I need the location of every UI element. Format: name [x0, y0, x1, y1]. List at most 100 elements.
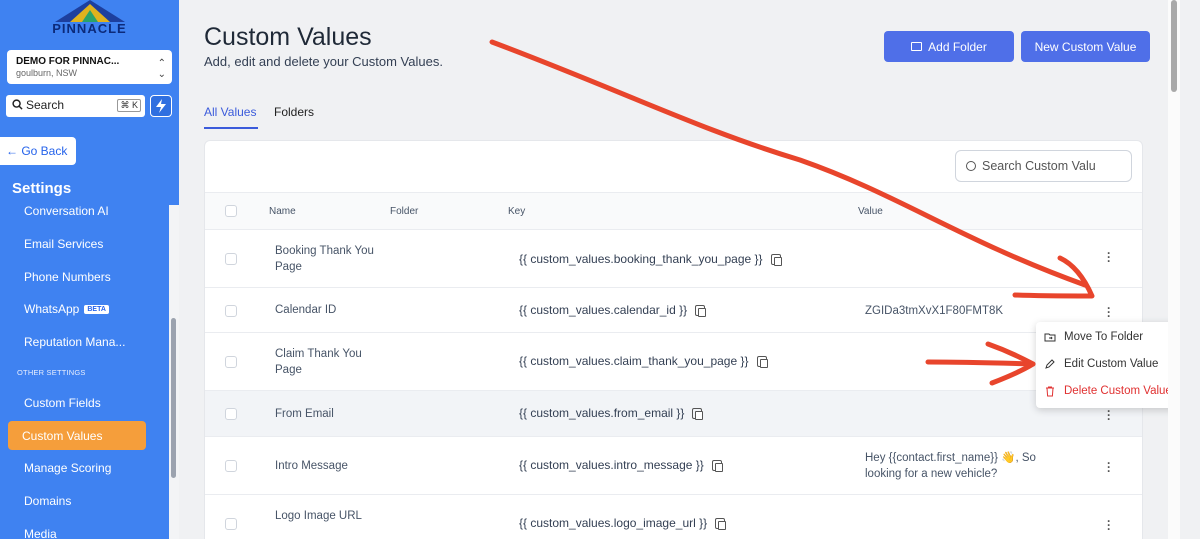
- search-icon: [966, 161, 976, 171]
- shortcut-badge: ⌘ K: [117, 99, 141, 112]
- go-back-button[interactable]: ← Go Back: [0, 137, 76, 165]
- settings-title: Settings: [12, 180, 72, 197]
- row-key: {{ custom_values.claim_thank_you_page }}: [519, 354, 768, 368]
- location-switcher[interactable]: DEMO FOR PINNAC... goulburn, NSW ⌃ ⌄: [7, 50, 172, 84]
- copy-icon[interactable]: [770, 253, 782, 266]
- table-row[interactable]: Intro Message {{ custom_values.intro_mes…: [205, 437, 1142, 495]
- menu-item-delete-label: Delete Custom Value: [1064, 385, 1172, 397]
- pencil-icon: [1045, 359, 1055, 369]
- new-custom-value-button[interactable]: New Custom Value: [1021, 31, 1150, 62]
- sidebar-item-media[interactable]: Media: [24, 527, 57, 539]
- search-icon: [12, 99, 23, 110]
- row-key-text: {{ custom_values.logo_image_url }}: [519, 516, 708, 530]
- column-folder: Folder: [390, 206, 419, 217]
- table-row[interactable]: Calendar ID {{ custom_values.calendar_id…: [205, 288, 1142, 333]
- row-key-text: {{ custom_values.intro_message }}: [519, 458, 704, 472]
- row-checkbox[interactable]: [225, 356, 237, 368]
- search-custom-values-input[interactable]: Search Custom Valu: [955, 150, 1132, 182]
- quick-actions-button[interactable]: [150, 95, 172, 117]
- tab-all-values[interactable]: All Values: [204, 105, 256, 119]
- row-key-text: {{ custom_values.calendar_id }}: [519, 303, 688, 317]
- row-checkbox[interactable]: [225, 460, 237, 472]
- row-key: {{ custom_values.booking_thank_you_page …: [519, 252, 782, 266]
- row-name: Claim Thank You Page: [275, 348, 362, 376]
- row-more-menu[interactable]: · · ·: [1103, 405, 1115, 425]
- sidebar: PINNACLE DEMO FOR PINNAC... goulburn, NS…: [0, 0, 179, 539]
- beta-badge: BETA: [84, 305, 109, 315]
- row-checkbox[interactable]: [225, 518, 237, 530]
- column-value: Value: [858, 206, 883, 217]
- row-key: {{ custom_values.logo_image_url }}: [519, 516, 727, 530]
- table-row[interactable]: Booking Thank You Page {{ custom_values.…: [205, 231, 1142, 288]
- sidebar-item-reputation[interactable]: Reputation Mana...: [24, 335, 125, 349]
- sidebar-item-custom-values[interactable]: Custom Values: [22, 429, 102, 443]
- page-title: Custom Values: [204, 23, 372, 51]
- sidebar-scrollbar-thumb[interactable]: [171, 318, 176, 478]
- copy-icon[interactable]: [711, 459, 723, 472]
- custom-values-table: Search Custom Valu Name Folder Key Value…: [204, 140, 1143, 539]
- row-key-text: {{ custom_values.claim_thank_you_page }}: [519, 354, 749, 368]
- row-more-menu[interactable]: · · ·: [1103, 515, 1115, 535]
- folder-move-icon: [1044, 333, 1056, 342]
- row-checkbox[interactable]: [225, 305, 237, 317]
- copy-icon[interactable]: [715, 517, 727, 530]
- lightning-icon: [156, 99, 166, 113]
- row-name: Intro Message: [275, 460, 348, 472]
- add-folder-button[interactable]: Add Folder: [884, 31, 1014, 62]
- search-placeholder: Search Custom Valu: [982, 159, 1096, 173]
- sidebar-item-domains[interactable]: Domains: [24, 494, 71, 508]
- sidebar-item-custom-fields[interactable]: Custom Fields: [24, 396, 101, 410]
- table-row[interactable]: Claim Thank You Page {{ custom_values.cl…: [205, 333, 1142, 391]
- column-key: Key: [508, 206, 526, 217]
- sidebar-search-label: Search: [26, 98, 65, 112]
- copy-icon[interactable]: [756, 355, 768, 368]
- main-scrollbar-thumb[interactable]: [1171, 0, 1177, 92]
- tab-folders[interactable]: Folders: [274, 105, 314, 119]
- location-name: DEMO FOR PINNAC...: [16, 56, 120, 67]
- sidebar-item-email-services[interactable]: Email Services: [24, 237, 103, 251]
- row-key: {{ custom_values.from_email }}: [519, 406, 704, 420]
- folder-plus-icon: [911, 42, 923, 51]
- sidebar-item-phone-numbers[interactable]: Phone Numbers: [24, 270, 111, 284]
- menu-item-move-label: Move To Folder: [1064, 331, 1144, 343]
- copy-icon[interactable]: [692, 407, 704, 420]
- row-name: From Email: [275, 408, 334, 420]
- row-key-text: {{ custom_values.booking_thank_you_page …: [519, 252, 763, 266]
- row-name: Logo Image URL: [275, 510, 362, 522]
- sidebar-item-whatsapp[interactable]: WhatsApp BETA: [24, 302, 109, 316]
- sidebar-item-conversation-ai[interactable]: Conversation AI: [24, 204, 109, 218]
- menu-item-move-to-folder[interactable]: Move To Folder: [1044, 331, 1143, 343]
- row-context-menu: Move To Folder Edit Custom Value Delete …: [1036, 322, 1181, 408]
- page-subtitle: Add, edit and delete your Custom Values.: [204, 54, 443, 69]
- row-key: {{ custom_values.calendar_id }}: [519, 303, 707, 317]
- sidebar-item-whatsapp-label: WhatsApp: [24, 302, 80, 316]
- select-all-checkbox[interactable]: [225, 205, 237, 217]
- row-more-menu[interactable]: · · ·: [1103, 247, 1115, 267]
- chevron-updown-icon: ⌃ ⌄: [157, 58, 166, 80]
- row-checkbox[interactable]: [225, 253, 237, 265]
- row-key: {{ custom_values.intro_message }}: [519, 458, 723, 472]
- active-tab-indicator: [204, 127, 258, 129]
- table-row[interactable]: From Email {{ custom_values.from_email }…: [205, 391, 1142, 437]
- menu-item-delete-custom-value[interactable]: Delete Custom Value: [1044, 385, 1172, 397]
- table-row[interactable]: Logo Image URL {{ custom_values.logo_ima…: [205, 495, 1142, 539]
- sidebar-item-manage-scoring[interactable]: Manage Scoring: [24, 461, 111, 475]
- location-subtitle: goulburn, NSW: [16, 68, 78, 78]
- window-edge: [1180, 0, 1200, 539]
- sidebar-search[interactable]: Search ⌘ K: [6, 95, 145, 117]
- row-key-text: {{ custom_values.from_email }}: [519, 406, 685, 420]
- column-name: Name: [269, 206, 296, 217]
- row-name: Booking Thank You Page: [275, 245, 374, 273]
- row-more-menu[interactable]: · · ·: [1103, 302, 1115, 322]
- row-more-menu[interactable]: · · ·: [1103, 457, 1115, 477]
- add-folder-label: Add Folder: [928, 39, 987, 54]
- copy-icon[interactable]: [695, 304, 707, 317]
- trash-icon: [1046, 386, 1054, 397]
- other-settings-label: OTHER SETTINGS: [17, 368, 86, 377]
- row-name: Calendar ID: [275, 304, 337, 316]
- table-header: Name Folder Key Value: [205, 192, 1142, 230]
- row-value: Hey {{contact.first_name}} 👋, So looking…: [865, 452, 1036, 480]
- row-checkbox[interactable]: [225, 408, 237, 420]
- menu-item-edit-custom-value[interactable]: Edit Custom Value: [1044, 358, 1158, 370]
- menu-item-edit-label: Edit Custom Value: [1064, 358, 1159, 370]
